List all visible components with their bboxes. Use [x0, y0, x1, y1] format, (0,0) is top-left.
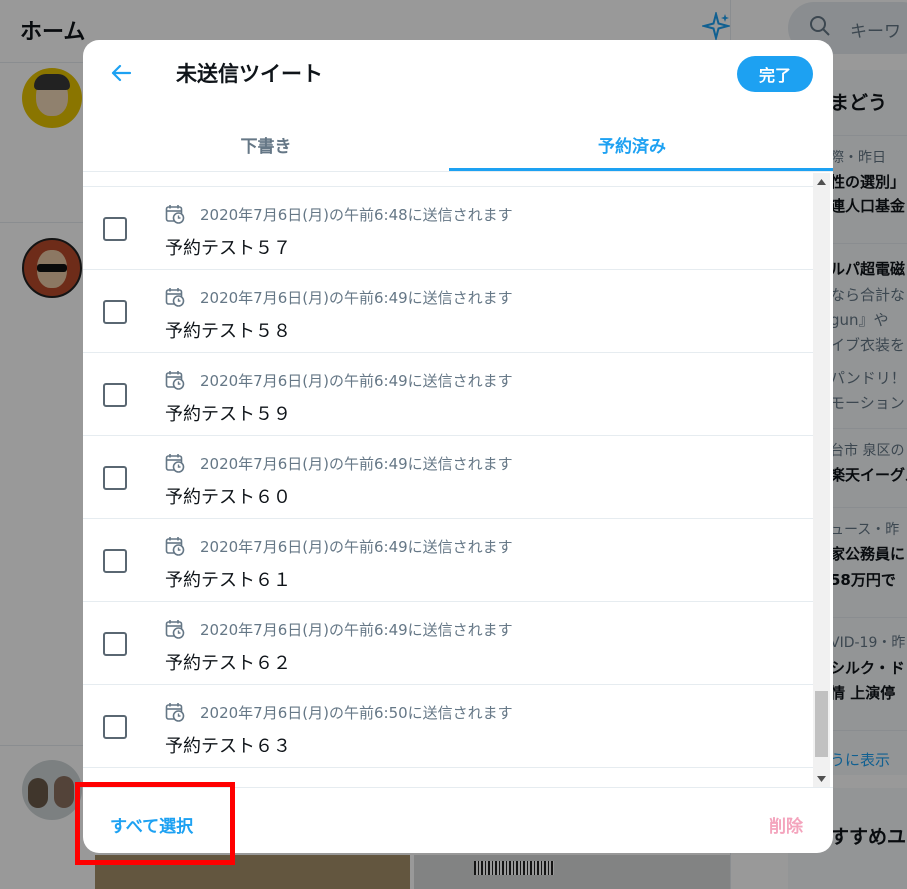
- select-checkbox[interactable]: [103, 715, 127, 739]
- list-item[interactable]: 2020年7月6日(月)の午前6:50に送信されます 予約テスト６３: [83, 685, 813, 768]
- calendar-clock-icon: [165, 371, 185, 390]
- list-item[interactable]: 2020年7月6日(月)の午前6:49に送信されます 予約テスト６１: [83, 519, 813, 602]
- schedule-time: 2020年7月6日(月)の午前6:48に送信されます: [200, 206, 513, 224]
- schedule-time: 2020年7月6日(月)の午前6:49に送信されます: [200, 621, 513, 639]
- list-item[interactable]: 2020年7月6日(月)の午前6:49に送信されます 予約テスト５８: [83, 270, 813, 353]
- list-item[interactable]: 2020年7月6日(月)の午前6:49に送信されます 予約テスト６２: [83, 602, 813, 685]
- triangle-up-icon: [817, 178, 826, 185]
- calendar-clock-icon: [165, 205, 185, 224]
- select-checkbox[interactable]: [103, 549, 127, 573]
- select-checkbox[interactable]: [103, 466, 127, 490]
- select-checkbox[interactable]: [103, 217, 127, 241]
- scroll-up-button[interactable]: [813, 173, 830, 190]
- list-item[interactable]: 2020年7月6日(月)の午前6:48に送信されます 予約テスト５７: [83, 187, 813, 270]
- schedule-time: 2020年7月6日(月)の午前6:50に送信されます: [200, 704, 513, 722]
- tweet-text: 予約テスト５８: [165, 321, 291, 342]
- tab-scheduled[interactable]: 予約済み: [449, 117, 815, 171]
- schedule-time: 2020年7月6日(月)の午前6:49に送信されます: [200, 538, 513, 556]
- list-item[interactable]: 2020年7月6日(月)の午前6:49に送信されます 予約テスト６０: [83, 436, 813, 519]
- tweet-text: 予約テスト６２: [165, 653, 291, 674]
- calendar-clock-icon: [165, 620, 185, 639]
- tab-drafts[interactable]: 下書き: [83, 117, 449, 171]
- scrollbar[interactable]: [813, 173, 830, 787]
- done-button[interactable]: 完了: [737, 56, 813, 92]
- modal-footer: すべて選択 削除: [83, 787, 833, 853]
- triangle-down-icon: [817, 775, 826, 782]
- scrollbar-thumb[interactable]: [815, 691, 828, 757]
- active-tab-indicator: [449, 168, 833, 171]
- back-button[interactable]: [103, 57, 139, 89]
- tweet-text: 予約テスト５９: [165, 404, 291, 425]
- select-all-button[interactable]: すべて選択: [110, 812, 193, 837]
- tweet-text: 予約テスト６０: [165, 487, 291, 508]
- calendar-clock-icon: [165, 537, 185, 556]
- arrow-left-icon: [111, 64, 132, 82]
- calendar-clock-icon: [165, 288, 185, 307]
- tab-bar: 下書き 予約済み: [83, 117, 833, 172]
- select-checkbox[interactable]: [103, 300, 127, 324]
- calendar-clock-icon: [165, 703, 185, 722]
- tweet-text: 予約テスト６３: [165, 736, 291, 757]
- schedule-time: 2020年7月6日(月)の午前6:49に送信されます: [200, 289, 513, 307]
- calendar-clock-icon: [165, 454, 185, 473]
- schedule-time: 2020年7月6日(月)の午前6:49に送信されます: [200, 455, 513, 473]
- tweet-text: 予約テスト５７: [165, 238, 291, 259]
- select-checkbox[interactable]: [103, 383, 127, 407]
- select-checkbox[interactable]: [103, 632, 127, 656]
- unsent-tweets-modal: 未送信ツイート 完了 下書き 予約済み 2020年7月6日(月)の午前6:48に…: [83, 40, 833, 853]
- tweet-text: 予約テスト６１: [165, 570, 291, 591]
- scheduled-tweet-list: 2020年7月6日(月)の午前6:48に送信されます 予約テスト５７ 2020年…: [83, 173, 813, 787]
- schedule-time: 2020年7月6日(月)の午前6:49に送信されます: [200, 372, 513, 390]
- list-item[interactable]: 2020年7月6日(月)の午前6:49に送信されます 予約テスト５９: [83, 353, 813, 436]
- modal-header: 未送信ツイート 完了: [83, 40, 833, 106]
- scroll-down-button[interactable]: [813, 770, 830, 787]
- delete-button[interactable]: 削除: [769, 812, 803, 837]
- modal-title: 未送信ツイート: [176, 62, 323, 86]
